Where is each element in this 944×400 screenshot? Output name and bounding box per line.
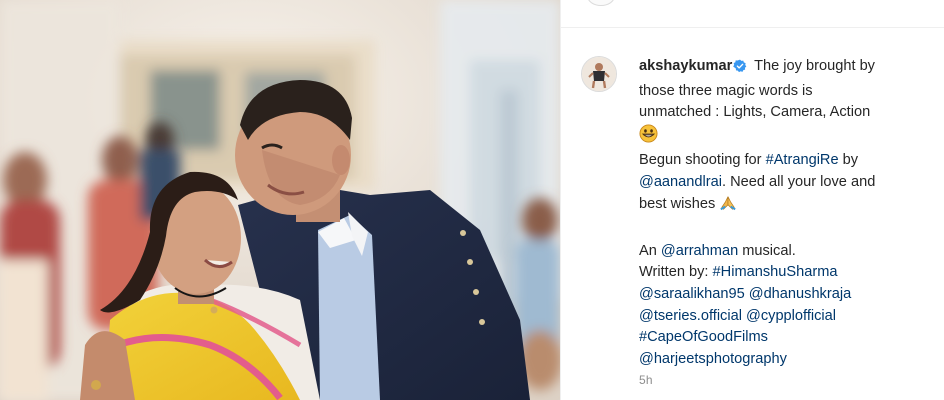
caption-text: musical. — [738, 242, 796, 259]
caption-text: Written by: — [639, 264, 713, 281]
mention-harjeetsphotography-link[interactable]: @harjeetsphotography — [639, 351, 787, 367]
caption-text: The joy brought by — [750, 58, 875, 74]
caption-line: akshaykumar The joy brought by — [639, 56, 929, 81]
caption-line: #CapeOfGoodFilms — [639, 327, 929, 349]
caption-line — [639, 124, 929, 151]
mention-dhanushkraja-link[interactable]: @dhanushkraja — [749, 286, 851, 302]
caption-line: unmatched : Lights, Camera, Action — [639, 104, 871, 121]
hashtag-himanshusharma-link[interactable]: #HimanshuSharma — [713, 264, 838, 280]
hashtag-capeofgoodfilms-link[interactable]: #CapeOfGoodFilms — [639, 329, 768, 345]
caption-text: . Need all your love and — [721, 173, 876, 190]
caption-line: Begun shooting for #AtrangiRe by — [639, 150, 929, 172]
caption-text: An — [639, 242, 661, 259]
post-image — [0, 0, 560, 400]
caption-text: by — [838, 152, 859, 169]
caption-line: best wishes — [639, 194, 929, 220]
caption-line: @saraalikhan95 @dhanushkraja — [639, 284, 929, 306]
verified-badge-icon — [733, 59, 747, 81]
folded-hands-emoji — [719, 194, 737, 220]
caption-text: best wishes — [639, 195, 720, 212]
grinning-face-emoji — [639, 124, 658, 151]
username-link[interactable]: akshaykumar — [639, 58, 732, 74]
profile-avatar-icon[interactable] — [581, 56, 617, 92]
mention-tseries-link[interactable]: @tseries.official — [639, 308, 742, 324]
post-timestamp[interactable]: 5h — [639, 373, 653, 387]
caption-text: Begun shooting for — [639, 152, 766, 169]
post-photo[interactable] — [0, 0, 560, 400]
mention-cypplofficial-link[interactable]: @cypplofficial — [746, 308, 836, 324]
hashtag-atrangire-link[interactable]: #AtrangiRe — [766, 152, 839, 168]
caption-line: An @arrahman musical. — [639, 241, 929, 263]
caption-line: @harjeetsphotography — [639, 349, 929, 371]
caption-line: Written by: #HimanshuSharma — [639, 262, 929, 284]
post-header — [561, 0, 944, 28]
mention-aanandlrai-link[interactable]: @aanandlrai — [639, 174, 722, 190]
post-caption: akshaykumar The joy brought by those thr… — [639, 56, 929, 370]
caption-line: those three magic words is — [639, 82, 813, 99]
caption-line: @tseries.official @cypplofficial — [639, 306, 929, 328]
profile-avatar-icon[interactable] — [587, 0, 615, 6]
caption-line: @aanandlrai. Need all your love and — [639, 172, 929, 194]
mention-saraalikhan95-link[interactable]: @saraalikhan95 — [639, 286, 745, 302]
mention-arrahman-link[interactable]: @arrahman — [661, 243, 738, 259]
post-details-panel: akshaykumar The joy brought by those thr… — [561, 0, 944, 400]
